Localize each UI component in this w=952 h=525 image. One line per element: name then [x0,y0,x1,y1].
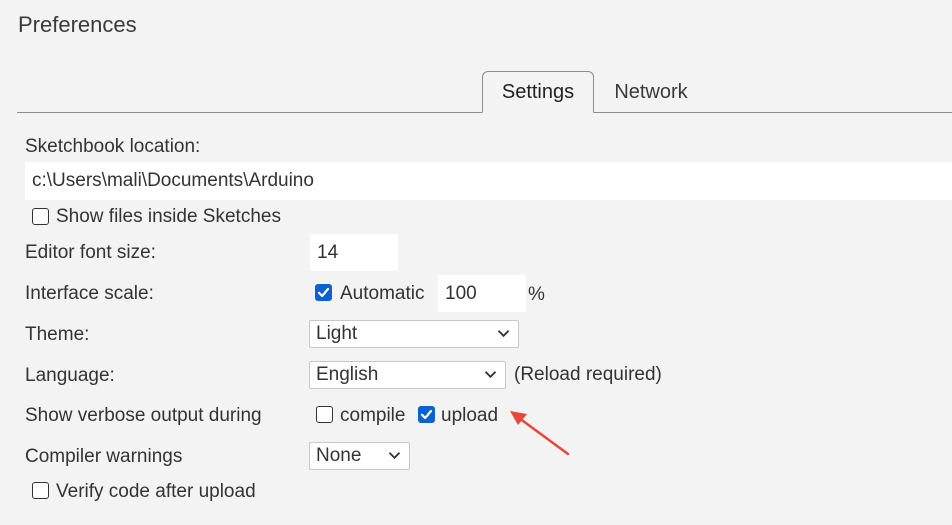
language-label: Language: [25,365,115,386]
verbose-compile-checkbox[interactable] [316,406,333,423]
window-title: Preferences [18,12,137,37]
theme-select[interactable]: Light [309,320,519,348]
show-files-label: Show files inside Sketches [56,206,281,227]
verbose-compile-label: compile [340,405,406,426]
chevron-down-icon [388,452,401,460]
theme-label: Theme: [25,324,90,345]
show-files-checkbox[interactable] [32,208,49,225]
sketchbook-location-input[interactable] [25,162,952,200]
verify-code-label: Verify code after upload [56,481,256,502]
compiler-warnings-label: Compiler warnings [25,446,183,467]
checkmark-icon [317,287,330,298]
chevron-down-icon [484,371,497,379]
interface-scale-automatic-label: Automatic [340,283,425,304]
verbose-output-label: Show verbose output during [25,405,262,426]
compiler-warnings-select-value: None [316,445,362,466]
tab-settings[interactable]: Settings [482,71,594,113]
interface-scale-unit: % [528,284,545,305]
editor-font-size-input[interactable] [310,234,398,271]
tab-network[interactable]: Network [596,71,706,113]
compiler-warnings-select[interactable]: None [309,442,410,470]
verbose-upload-checkbox[interactable] [418,406,435,423]
language-reload-note: (Reload required) [514,364,662,385]
verbose-upload-label: upload [441,405,499,426]
editor-font-size-label: Editor font size: [25,242,156,263]
theme-select-value: Light [316,323,358,344]
chevron-down-icon [497,330,510,338]
language-select-value: English [316,364,379,385]
interface-scale-input[interactable] [438,275,526,312]
verify-code-checkbox[interactable] [32,482,49,499]
annotation-arrow [510,411,570,456]
sketchbook-location-label: Sketchbook location: [25,136,201,157]
checkmark-icon [420,409,433,420]
language-select[interactable]: English [309,361,506,389]
interface-scale-automatic-checkbox[interactable] [315,284,332,301]
interface-scale-label: Interface scale: [25,283,154,304]
